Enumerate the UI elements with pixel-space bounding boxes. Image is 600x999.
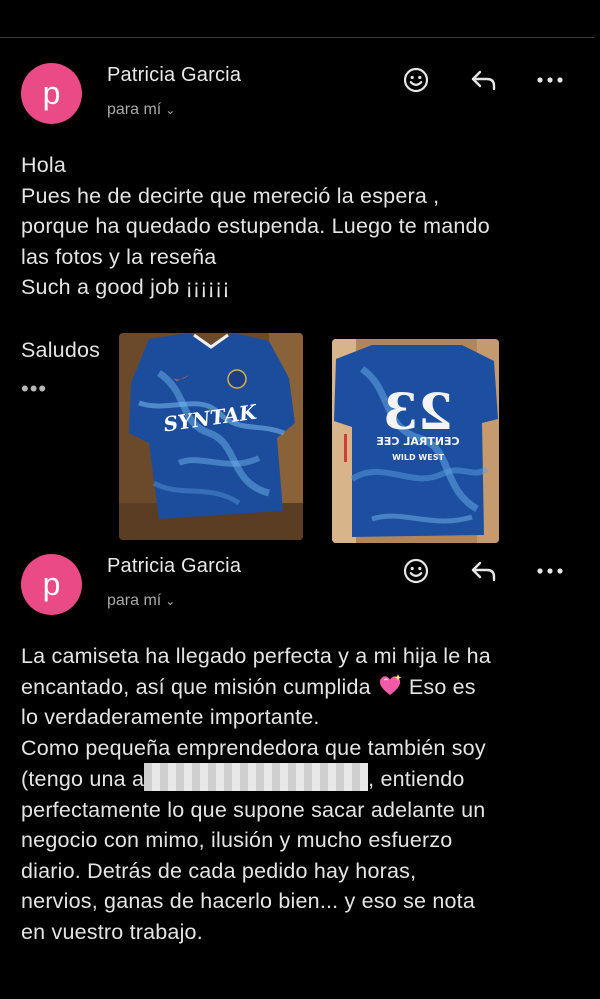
sender-name[interactable]: Patricia Garcia bbox=[107, 555, 241, 578]
jersey-front-photo[interactable]: SYNTAK bbox=[119, 333, 303, 540]
recipient-label: para mí bbox=[107, 592, 162, 609]
sparkling-heart-icon bbox=[379, 673, 402, 695]
body-text: Eso es bbox=[408, 674, 476, 699]
top-divider bbox=[0, 37, 594, 38]
reply-icon bbox=[471, 561, 496, 582]
smiley-icon bbox=[403, 558, 429, 584]
recipient-dropdown[interactable]: para mí ⌄ bbox=[107, 101, 175, 119]
body-line: Como pequeña emprendedora que también so… bbox=[21, 735, 486, 760]
redacted-text bbox=[144, 763, 369, 791]
emoji-reaction-button[interactable] bbox=[400, 555, 432, 587]
reply-icon bbox=[471, 70, 496, 91]
body-line: La camiseta ha llegado perfecta y a mi h… bbox=[21, 644, 491, 668]
body-line: negocio con mimo, ilusión y mucho esfuer… bbox=[21, 828, 453, 852]
avatar-letter: p bbox=[42, 566, 61, 602]
chevron-down-icon: ⌄ bbox=[165, 594, 176, 608]
body-line: Such a good job ¡¡¡¡¡¡ bbox=[21, 275, 230, 299]
emoji-reaction-button[interactable] bbox=[400, 64, 432, 96]
jersey-number: 23 bbox=[383, 382, 453, 441]
more-options-button[interactable] bbox=[534, 555, 566, 587]
body-line: en vuestro trabajo. bbox=[21, 919, 203, 944]
jersey-subtext: WILD WEST bbox=[392, 453, 444, 462]
jersey-back-photo[interactable]: 23 CENTRAL CEE WILD WEST bbox=[332, 339, 499, 543]
body-line: Pues he de decirte que mereció la espera… bbox=[21, 183, 440, 208]
recipient-label: para mí bbox=[107, 101, 162, 118]
reply-button[interactable] bbox=[468, 64, 500, 96]
show-trimmed-content-button[interactable]: ••• bbox=[21, 376, 47, 402]
body-line: lo verdaderamente importante. bbox=[21, 705, 320, 729]
body-text: encantado, así que misión cumplida bbox=[21, 674, 371, 699]
sender-avatar[interactable]: p bbox=[21, 554, 82, 615]
body-text: (tengo una a bbox=[21, 767, 145, 791]
jersey-name: CENTRAL CEE bbox=[376, 435, 459, 448]
email-body: La camiseta ha llegado perfecta y a mi h… bbox=[21, 641, 581, 947]
body-line: Hola bbox=[21, 153, 67, 177]
more-horizontal-icon bbox=[537, 77, 563, 83]
sender-avatar[interactable]: p bbox=[21, 63, 82, 124]
email-body: Hola Pues he de decirte que mereció la e… bbox=[21, 150, 581, 303]
body-text: , entiendo bbox=[368, 767, 465, 791]
smiley-icon bbox=[403, 67, 429, 93]
recipient-dropdown[interactable]: para mí ⌄ bbox=[107, 592, 175, 610]
avatar-letter: p bbox=[42, 75, 61, 111]
body-line: porque ha quedado estupenda. Luego te ma… bbox=[21, 214, 490, 238]
body-line: diario. Detrás de cada pedido hay horas, bbox=[21, 858, 417, 883]
more-options-button[interactable] bbox=[534, 64, 566, 96]
body-line: encantado, así que misión cumplida Eso es bbox=[21, 672, 581, 703]
more-horizontal-icon bbox=[537, 568, 563, 574]
body-line: (tengo una a , entiendo bbox=[21, 763, 581, 795]
body-line: perfectamente lo que supone sacar adelan… bbox=[21, 797, 486, 822]
chevron-down-icon: ⌄ bbox=[165, 103, 176, 117]
signoff: Saludos bbox=[21, 338, 101, 362]
sender-name[interactable]: Patricia Garcia bbox=[107, 64, 241, 87]
body-line: nervios, ganas de hacerlo bien... y eso … bbox=[21, 889, 476, 913]
body-line: las fotos y la reseña bbox=[21, 244, 217, 269]
reply-button[interactable] bbox=[468, 555, 500, 587]
